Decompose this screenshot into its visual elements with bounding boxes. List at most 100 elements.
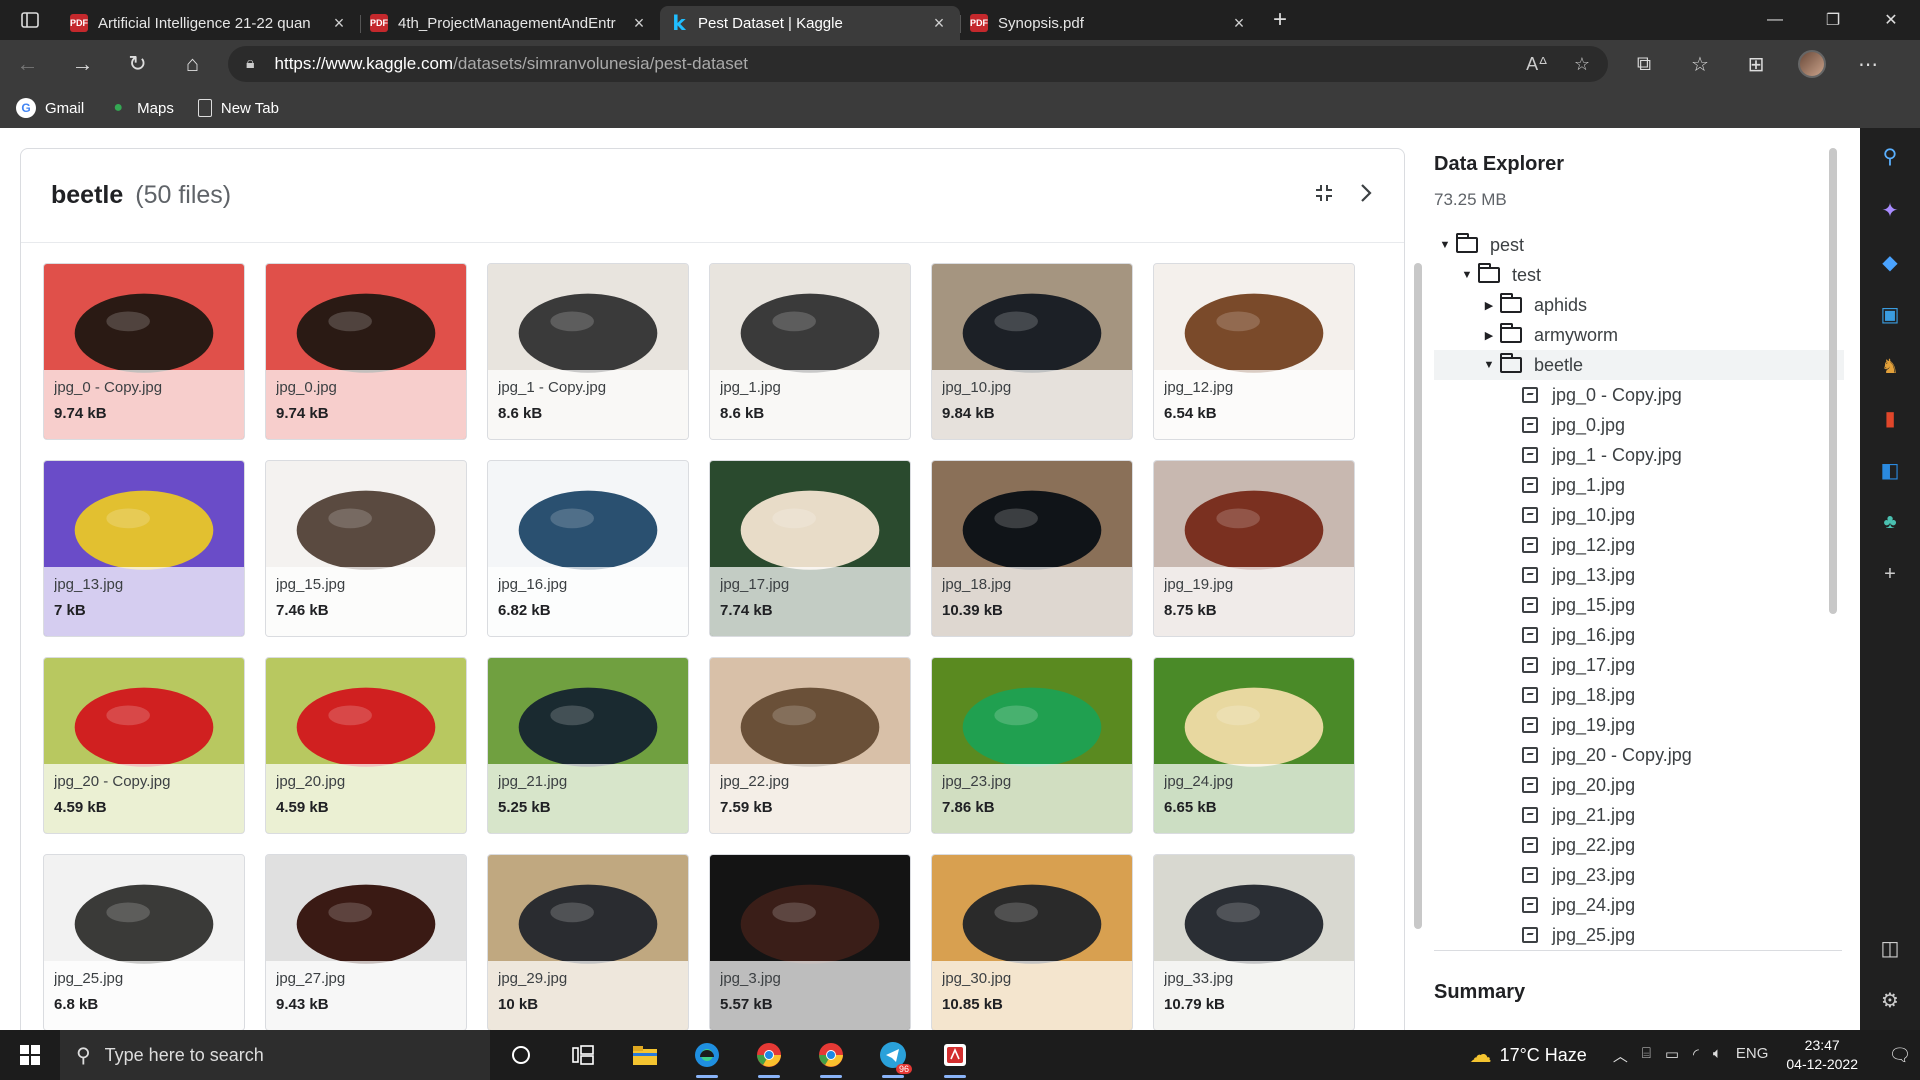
bookmark-maps[interactable]: ● Maps xyxy=(108,98,174,118)
chevron-up-icon[interactable]: ︿ xyxy=(1613,1045,1628,1066)
tree-file[interactable]: jpg_12.jpg xyxy=(1434,530,1844,560)
file-card[interactable]: jpg_23.jpg 7.86 kB xyxy=(931,657,1133,834)
tree-file[interactable]: jpg_16.jpg xyxy=(1434,620,1844,650)
caret-right-icon[interactable]: ▶ xyxy=(1478,299,1500,312)
tree-file[interactable]: jpg_15.jpg xyxy=(1434,590,1844,620)
taskbar-search-input[interactable]: ⚲ Type here to search xyxy=(60,1030,490,1080)
caret-down-icon[interactable]: ▼ xyxy=(1434,239,1456,251)
file-card[interactable]: jpg_13.jpg 7 kB xyxy=(43,460,245,637)
tree-file[interactable]: jpg_22.jpg xyxy=(1434,830,1844,860)
notification-icon[interactable]: 🗨︎ xyxy=(1880,1030,1920,1080)
file-card[interactable]: jpg_0.jpg 9.74 kB xyxy=(265,263,467,440)
file-card[interactable]: jpg_3.jpg 5.57 kB xyxy=(709,854,911,1030)
clock[interactable]: 23:47 04-12-2022 xyxy=(1786,1036,1858,1074)
more-menu-icon[interactable]: ⋯ xyxy=(1840,40,1896,88)
tree-file[interactable]: jpg_0.jpg xyxy=(1434,410,1844,440)
file-card[interactable]: jpg_33.jpg 10.79 kB xyxy=(1153,854,1355,1030)
file-card[interactable]: jpg_27.jpg 9.43 kB xyxy=(265,854,467,1030)
file-card[interactable]: jpg_29.jpg 10 kB xyxy=(487,854,689,1030)
tab-project-management-pdf[interactable]: PDF 4th_ProjectManagementAndEntr × xyxy=(360,6,660,40)
home-icon[interactable]: ⌂ xyxy=(165,40,220,88)
search-icon[interactable]: ⚲ xyxy=(1860,136,1920,176)
minimize-icon[interactable]: — xyxy=(1746,0,1804,40)
tree-file[interactable]: jpg_23.jpg xyxy=(1434,860,1844,890)
games-icon[interactable]: ♞ xyxy=(1860,346,1920,386)
file-card[interactable]: jpg_15.jpg 7.46 kB xyxy=(265,460,467,637)
restore-icon[interactable]: ❐ xyxy=(1804,0,1862,40)
tree-file[interactable]: jpg_1 - Copy.jpg xyxy=(1434,440,1844,470)
tree-file[interactable]: jpg_17.jpg xyxy=(1434,650,1844,680)
profile-avatar[interactable] xyxy=(1784,40,1840,88)
network-icon[interactable]: ◜ xyxy=(1693,1045,1699,1066)
tree-file[interactable]: jpg_10.jpg xyxy=(1434,500,1844,530)
file-card[interactable]: jpg_30.jpg 10.85 kB xyxy=(931,854,1133,1030)
tab-synopsis-pdf[interactable]: PDF Synopsis.pdf × xyxy=(960,6,1260,40)
acrobat-icon[interactable] xyxy=(924,1030,986,1080)
office-icon[interactable]: ▮ xyxy=(1860,398,1920,438)
close-window-icon[interactable]: ✕ xyxy=(1862,0,1920,40)
bookmark-new-tab[interactable]: New Tab xyxy=(197,99,279,117)
task-view-icon[interactable] xyxy=(552,1030,614,1080)
outlook-icon[interactable]: ◧ xyxy=(1860,450,1920,490)
close-icon[interactable]: × xyxy=(928,13,950,34)
file-card[interactable]: jpg_18.jpg 10.39 kB xyxy=(931,460,1133,637)
tree-file[interactable]: jpg_1.jpg xyxy=(1434,470,1844,500)
tools-briefcase-icon[interactable]: ▣ xyxy=(1860,294,1920,334)
favorites-icon[interactable]: ☆ xyxy=(1672,40,1728,88)
volume-icon[interactable]: 🔈︎ xyxy=(1713,1045,1722,1066)
edge-browser-icon[interactable] xyxy=(676,1030,738,1080)
tree-file[interactable]: jpg_0 - Copy.jpg xyxy=(1434,380,1844,410)
tree-file[interactable]: jpg_13.jpg xyxy=(1434,560,1844,590)
file-card[interactable]: jpg_12.jpg 6.54 kB xyxy=(1153,263,1355,440)
cortana-icon[interactable] xyxy=(490,1030,552,1080)
chrome-icon[interactable] xyxy=(800,1030,862,1080)
lock-icon[interactable]: 🔒︎ xyxy=(246,55,255,73)
battery-icon[interactable]: ▭ xyxy=(1665,1045,1679,1066)
tab-kaggle[interactable]: k Pest Dataset | Kaggle × xyxy=(660,6,960,40)
tree-file[interactable]: jpg_19.jpg xyxy=(1434,710,1844,740)
file-card[interactable]: jpg_16.jpg 6.82 kB xyxy=(487,460,689,637)
address-input[interactable]: 🔒︎ https://www.kaggle.com /datasets/simr… xyxy=(228,46,1608,82)
file-card[interactable]: jpg_19.jpg 8.75 kB xyxy=(1153,460,1355,637)
tree-file[interactable]: jpg_20.jpg xyxy=(1434,770,1844,800)
file-card[interactable]: jpg_1 - Copy.jpg 8.6 kB xyxy=(487,263,689,440)
add-icon[interactable]: + xyxy=(1860,554,1920,594)
file-card[interactable]: jpg_10.jpg 9.84 kB xyxy=(931,263,1133,440)
file-card[interactable]: jpg_1.jpg 8.6 kB xyxy=(709,263,911,440)
tree-folder[interactable]: ▼ beetle xyxy=(1434,350,1844,380)
tree-file[interactable]: jpg_24.jpg xyxy=(1434,890,1844,920)
tab-ai-pdf[interactable]: PDF Artificial Intelligence 21-22 quan × xyxy=(60,6,360,40)
close-icon[interactable]: × xyxy=(1228,13,1250,34)
settings-gear-icon[interactable]: ⚙ xyxy=(1860,980,1920,1020)
extensions-icon[interactable]: ⧉ xyxy=(1616,40,1672,88)
chevron-right-icon[interactable] xyxy=(1358,182,1374,210)
chrome-icon[interactable] xyxy=(738,1030,800,1080)
tree-folder[interactable]: ▼ pest xyxy=(1434,230,1844,260)
caret-right-icon[interactable]: ▶ xyxy=(1478,329,1500,342)
add-favorite-icon[interactable]: ☆ xyxy=(1574,54,1590,75)
file-card[interactable]: jpg_22.jpg 7.59 kB xyxy=(709,657,911,834)
caret-down-icon[interactable]: ▼ xyxy=(1478,359,1500,371)
tree-file[interactable]: jpg_21.jpg xyxy=(1434,800,1844,830)
tree-folder[interactable]: ▶ armyworm xyxy=(1434,320,1844,350)
drop-icon[interactable]: ♣ xyxy=(1860,502,1920,542)
telegram-icon[interactable]: 96 xyxy=(862,1030,924,1080)
file-card[interactable]: jpg_24.jpg 6.65 kB xyxy=(1153,657,1355,834)
shopping-tag-icon[interactable]: ◆ xyxy=(1860,242,1920,282)
explorer-scrollbar[interactable] xyxy=(1829,148,1837,614)
close-icon[interactable]: × xyxy=(628,13,650,34)
close-icon[interactable]: × xyxy=(328,13,350,34)
sidebar-layout-icon[interactable]: ◫ xyxy=(1860,928,1920,968)
file-card[interactable]: jpg_25.jpg 6.8 kB xyxy=(43,854,245,1030)
forward-arrow-icon[interactable]: → xyxy=(55,40,110,88)
tree-folder[interactable]: ▶ aphids xyxy=(1434,290,1844,320)
tab-actions-icon[interactable] xyxy=(0,0,60,40)
collapse-icon[interactable] xyxy=(1314,182,1334,210)
device-icon[interactable]: ⌸ xyxy=(1642,1045,1651,1066)
file-explorer-icon[interactable] xyxy=(614,1030,676,1080)
windows-start-icon[interactable] xyxy=(0,1030,60,1080)
file-card[interactable]: jpg_21.jpg 5.25 kB xyxy=(487,657,689,834)
weather-widget[interactable]: ☁ 17°C Haze xyxy=(1470,1042,1587,1068)
file-card[interactable]: jpg_20.jpg 4.59 kB xyxy=(265,657,467,834)
file-card[interactable]: jpg_20 - Copy.jpg 4.59 kB xyxy=(43,657,245,834)
